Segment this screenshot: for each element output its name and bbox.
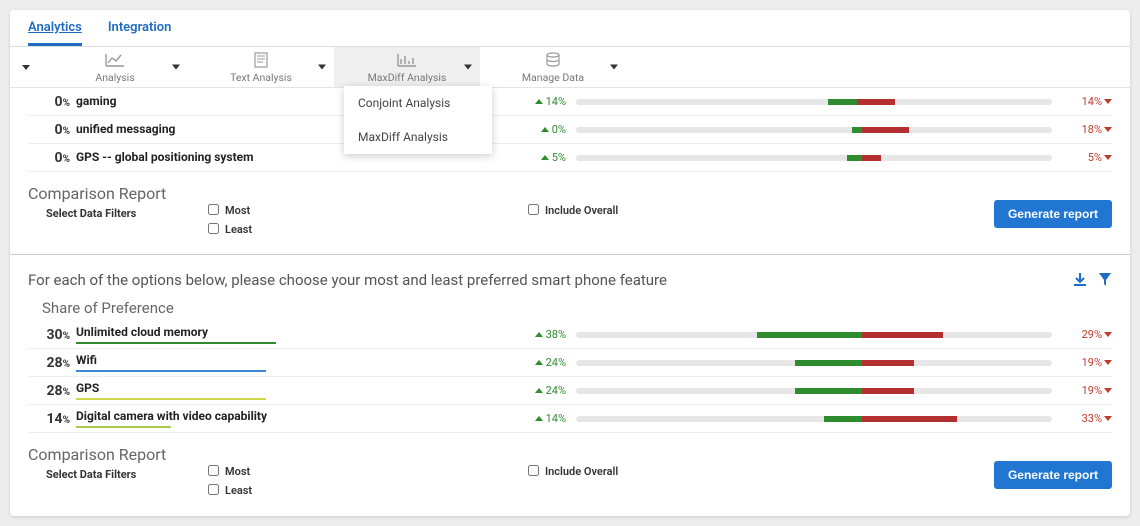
comparison-report-title: Comparison Report: [28, 184, 208, 203]
red-change: 5%: [1062, 151, 1112, 164]
green-change: 38%: [506, 328, 566, 341]
tool-label: Text Analysis: [230, 71, 292, 84]
filter-icon[interactable]: [1098, 272, 1112, 288]
percentage: 14%: [28, 411, 76, 427]
tool-label: Manage Data: [522, 71, 584, 84]
generate-report-button[interactable]: Generate report: [994, 461, 1112, 489]
toolbar-caret-left[interactable]: [10, 47, 42, 87]
chart-line-icon: [103, 51, 127, 69]
green-change: 24%: [506, 384, 566, 397]
item-name: unified messaging: [76, 122, 175, 138]
select-filters-label: Select Data Filters: [28, 468, 208, 481]
table-row: 30%Unlimited cloud memory 38% 29%: [28, 321, 1112, 349]
table-row: 28%GPS 24% 19%: [28, 377, 1112, 405]
table-row: 14%Digital camera with video capability1…: [28, 405, 1112, 433]
select-filters-label: Select Data Filters: [28, 207, 208, 220]
green-change: 24%: [506, 356, 566, 369]
bar-chart-icon: [395, 51, 419, 69]
tool-analysis[interactable]: Analysis: [42, 47, 188, 87]
maxdiff-dropdown: Conjoint Analysis MaxDiff Analysis: [344, 86, 492, 154]
share-of-preference-title: Share of Preference: [28, 289, 1112, 321]
bar-chart: [566, 332, 1062, 338]
comparison-report-title: Comparison Report: [28, 445, 208, 464]
database-icon: [541, 51, 565, 69]
item-name: GPS -- global positioning system: [76, 150, 254, 166]
table-row: 0%unified messaging0%18%: [28, 116, 1112, 144]
tool-maxdiff[interactable]: MaxDiff Analysis: [334, 47, 480, 87]
table-row: 28%Wifi 24% 19%: [28, 349, 1112, 377]
checkbox-least[interactable]: Least: [208, 223, 528, 236]
red-change: 19%: [1062, 384, 1112, 397]
bar-chart: [566, 155, 1062, 161]
bar-chart: [566, 127, 1062, 133]
checkbox-include-overall[interactable]: Include Overall: [528, 204, 618, 217]
dropdown-conjoint[interactable]: Conjoint Analysis: [344, 86, 492, 120]
red-change: 33%: [1062, 412, 1112, 425]
tab-analytics[interactable]: Analytics: [28, 14, 82, 46]
checkbox-most[interactable]: Most: [208, 204, 528, 217]
tool-label: Analysis: [95, 71, 134, 84]
red-change: 14%: [1062, 95, 1112, 108]
generate-report-button[interactable]: Generate report: [994, 200, 1112, 228]
red-change: 29%: [1062, 328, 1112, 341]
green-change: 0%: [506, 123, 566, 136]
item-name: Unlimited cloud memory: [76, 325, 208, 341]
percentage: 0%: [28, 122, 76, 138]
green-change: 5%: [506, 151, 566, 164]
tool-manage-data[interactable]: Manage Data: [480, 47, 626, 87]
checkbox-include-overall[interactable]: Include Overall: [528, 465, 618, 478]
item-name: Wifi: [76, 353, 97, 369]
item-name: gaming: [76, 94, 116, 110]
tool-label: MaxDiff Analysis: [368, 71, 447, 84]
percentage: 0%: [28, 150, 76, 166]
question-title: For each of the options below, please ch…: [28, 271, 1072, 289]
bar-chart: [566, 416, 1062, 422]
item-name: GPS: [76, 381, 99, 397]
document-icon: [249, 51, 273, 69]
bar-chart: [566, 388, 1062, 394]
green-change: 14%: [506, 412, 566, 425]
bar-chart: [566, 360, 1062, 366]
download-icon[interactable]: [1072, 272, 1088, 288]
red-change: 19%: [1062, 356, 1112, 369]
table-row: 0%gaming 14% 14%: [28, 88, 1112, 116]
green-change: 14%: [506, 95, 566, 108]
checkbox-most[interactable]: Most: [208, 465, 528, 478]
dropdown-maxdiff[interactable]: MaxDiff Analysis: [344, 120, 492, 154]
red-change: 18%: [1062, 123, 1112, 136]
percentage: 30%: [28, 327, 76, 343]
table-row: 0%GPS -- global positioning system 5% 5%: [28, 144, 1112, 172]
percentage: 28%: [28, 383, 76, 399]
checkbox-least[interactable]: Least: [208, 484, 528, 497]
tab-integration[interactable]: Integration: [108, 14, 172, 46]
percentage: 28%: [28, 355, 76, 371]
bar-chart: [566, 99, 1062, 105]
percentage: 0%: [28, 94, 76, 110]
item-name: Digital camera with video capability: [76, 409, 267, 425]
tool-text-analysis[interactable]: Text Analysis: [188, 47, 334, 87]
